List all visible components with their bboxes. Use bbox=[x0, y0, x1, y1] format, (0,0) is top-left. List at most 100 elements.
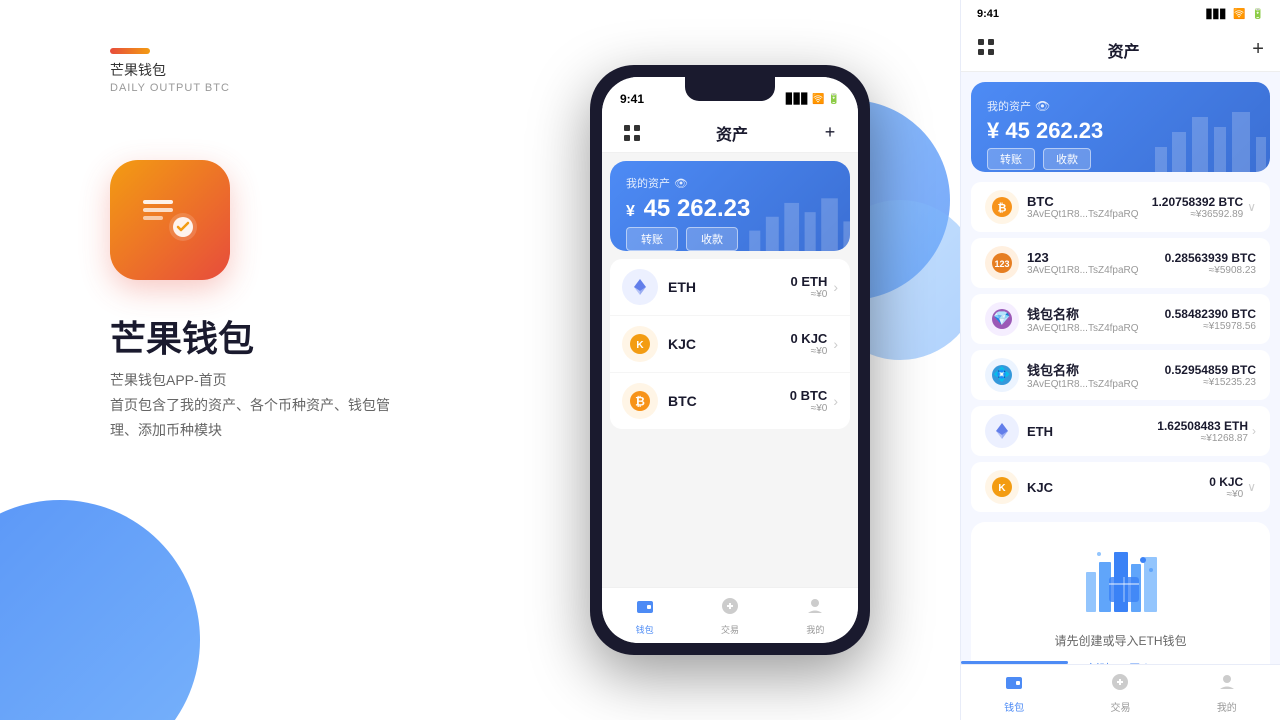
rp-add-button[interactable]: + bbox=[1252, 38, 1264, 61]
wifi-icon: 🛜 bbox=[812, 94, 824, 105]
accent-bar bbox=[110, 48, 150, 54]
rp-btc-chevron-icon: ∨ bbox=[1247, 200, 1256, 214]
rp-wifi-icon: 🛜 bbox=[1233, 9, 1245, 20]
phone-transfer-button[interactable]: 转账 bbox=[626, 227, 678, 251]
rp-eye-icon[interactable]: 👁 bbox=[1035, 99, 1050, 113]
kjc-balance: 0 KJC ≈¥0 bbox=[790, 331, 827, 357]
empty-box-svg bbox=[1081, 542, 1161, 612]
rp-coin-wallet1[interactable]: 💎 钱包名称 3AvEQt1R8...TsZ4fpaRQ 0.58482390 … bbox=[971, 294, 1270, 344]
rp-mine-label: 我的 bbox=[1217, 699, 1237, 714]
mine-nav-icon bbox=[805, 596, 825, 621]
mine-nav-label: 我的 bbox=[806, 623, 824, 636]
btc-balance: 0 BTC ≈¥0 bbox=[790, 388, 828, 414]
app-icon-container bbox=[110, 160, 230, 280]
trade-nav-icon bbox=[720, 596, 740, 621]
rp-battery-icon: 🔋 bbox=[1252, 9, 1264, 20]
rp-bottom-nav: 钱包 交易 我的 bbox=[961, 664, 1280, 720]
svg-text:💠: 💠 bbox=[993, 366, 1010, 383]
rp-mine-icon bbox=[1217, 672, 1237, 697]
phone-grid-button[interactable] bbox=[618, 119, 646, 147]
asset-card-bg-svg bbox=[740, 181, 850, 251]
app-title: 芒果钱包 bbox=[110, 310, 254, 362]
svg-text:123: 123 bbox=[994, 259, 1009, 269]
rp-nav-trade[interactable]: 交易 bbox=[1067, 665, 1173, 720]
app-description: 芒果钱包APP-首页 首页包含了我的资产、各个币种资产、钱包管 理、添加币种模块 bbox=[110, 368, 390, 444]
phone-nav-title: 资产 bbox=[716, 121, 748, 145]
app-icon bbox=[110, 160, 230, 280]
rp-status-time: 9:41 bbox=[977, 8, 1200, 20]
rp-123-balance: 0.28563939 BTC ≈¥5908.23 bbox=[1165, 251, 1256, 276]
eth-name: ETH bbox=[668, 279, 790, 295]
phone-frame: 9:41 ▊▊▊ 🛜 🔋 资产 + bbox=[590, 65, 870, 655]
rp-wallet-icon bbox=[1004, 672, 1024, 697]
rp-asset-card: 我的资产 👁 ¥ 45 262.23 转账 收款 bbox=[971, 82, 1270, 172]
brand-text: 芒果钱包 DAILY OUTPUT BTC bbox=[110, 60, 230, 94]
kjc-name: KJC bbox=[668, 336, 790, 352]
rp-123-logo: 123 bbox=[985, 246, 1019, 280]
battery-icon: 🔋 bbox=[828, 94, 840, 105]
phone-receive-button[interactable]: 收款 bbox=[686, 227, 738, 251]
rp-transfer-button[interactable]: 转账 bbox=[987, 148, 1035, 170]
rp-coin-wallet2[interactable]: 💠 钱包名称 3AvEQt1R8...TsZ4fpaRQ 0.52954859 … bbox=[971, 350, 1270, 400]
brand-name-small: 芒果钱包 bbox=[110, 60, 230, 80]
rp-grid-button[interactable] bbox=[977, 38, 995, 61]
phone-area: 9:41 ▊▊▊ 🛜 🔋 资产 + bbox=[540, 0, 920, 720]
phone-coin-btc[interactable]: ₿ BTC 0 BTC ≈¥0 › bbox=[610, 373, 850, 429]
phone-nav-wallet[interactable]: 钱包 bbox=[602, 588, 687, 643]
phone-coin-kjc[interactable]: K KJC 0 KJC ≈¥0 › bbox=[610, 316, 850, 373]
rp-eth-chevron-icon: › bbox=[1252, 424, 1256, 438]
rp-kjc-info: KJC bbox=[1027, 480, 1209, 495]
rp-coin-123[interactable]: 123 123 3AvEQt1R8...TsZ4fpaRQ 0.28563939… bbox=[971, 238, 1270, 288]
eth-balance: 0 ETH ≈¥0 bbox=[790, 274, 827, 300]
phone-screen: 9:41 ▊▊▊ 🛜 🔋 资产 + bbox=[602, 77, 858, 643]
phone-add-button[interactable]: + bbox=[818, 121, 842, 145]
svg-text:💎: 💎 bbox=[993, 310, 1010, 326]
rp-kjc-logo: K bbox=[985, 470, 1019, 504]
app-icon-svg bbox=[135, 185, 205, 255]
rp-wallet2-balance: 0.52954859 BTC ≈¥15235.23 bbox=[1165, 363, 1256, 388]
btc-logo: ₿ bbox=[622, 383, 658, 419]
eye-icon[interactable]: 👁 bbox=[674, 177, 688, 190]
phone-notch bbox=[685, 77, 775, 101]
svg-text:K: K bbox=[998, 483, 1006, 494]
kjc-logo: K bbox=[622, 326, 658, 362]
rp-nav-mine[interactable]: 我的 bbox=[1174, 665, 1280, 720]
rp-asset-bg-svg bbox=[1150, 102, 1270, 172]
rp-receive-button[interactable]: 收款 bbox=[1043, 148, 1091, 170]
rp-eth-balance: 1.62508483 ETH ≈¥1268.87 bbox=[1157, 419, 1248, 444]
left-panel: 芒果钱包 DAILY OUTPUT BTC 芒果钱包 芒果钱包APP-首页 首页… bbox=[0, 0, 540, 720]
deco-circle-left bbox=[0, 500, 200, 720]
rp-eth-info: ETH bbox=[1027, 424, 1157, 439]
rp-wallet1-info: 钱包名称 3AvEQt1R8...TsZ4fpaRQ bbox=[1027, 304, 1165, 334]
rp-btc-logo: ₿ bbox=[985, 190, 1019, 224]
svg-text:₿: ₿ bbox=[998, 203, 1007, 215]
rp-signal-icon: ▊▊▊ bbox=[1206, 9, 1227, 20]
rp-coin-kjc[interactable]: K KJC 0 KJC ≈¥0 ∨ bbox=[971, 462, 1270, 512]
btc-arrow-icon: › bbox=[833, 393, 838, 409]
rp-coin-eth[interactable]: ETH 1.62508483 ETH ≈¥1268.87 › bbox=[971, 406, 1270, 456]
phone-asset-card: 我的资产 👁 ¥ 45 262.23 转账 收款 bbox=[610, 161, 850, 251]
rp-wallet-label: 钱包 bbox=[1004, 699, 1024, 714]
phone-bottom-nav: 钱包 交易 我的 bbox=[602, 587, 858, 643]
rp-trade-label: 交易 bbox=[1110, 699, 1130, 714]
rp-status-bar: 9:41 ▊▊▊ 🛜 🔋 bbox=[961, 0, 1280, 28]
right-panel: 9:41 ▊▊▊ 🛜 🔋 资产 + 我的资产 👁 bbox=[960, 0, 1280, 720]
rp-123-info: 123 3AvEQt1R8...TsZ4fpaRQ bbox=[1027, 250, 1165, 276]
rp-eth-logo bbox=[985, 414, 1019, 448]
brand-subtitle: DAILY OUTPUT BTC bbox=[110, 82, 230, 94]
wallet-nav-label: 钱包 bbox=[636, 623, 654, 636]
phone-nav-mine[interactable]: 我的 bbox=[773, 588, 858, 643]
phone-coin-eth[interactable]: ETH 0 ETH ≈¥0 › bbox=[610, 259, 850, 316]
rp-btc-balance: 1.20758392 BTC ≈¥36592.89 bbox=[1152, 195, 1243, 220]
eth-arrow-icon: › bbox=[833, 279, 838, 295]
svg-text:₿: ₿ bbox=[635, 395, 645, 409]
phone-nav-trade[interactable]: 交易 bbox=[687, 588, 772, 643]
eth-logo bbox=[622, 269, 658, 305]
wallet-nav-icon bbox=[635, 596, 655, 621]
phone-status-icons: ▊▊▊ 🛜 🔋 bbox=[786, 94, 840, 105]
rp-nav-wallet[interactable]: 钱包 bbox=[961, 665, 1067, 720]
rp-kjc-balance: 0 KJC ≈¥0 bbox=[1209, 475, 1243, 500]
phone-coin-list: ETH 0 ETH ≈¥0 › K KJC 0 KJC ≈¥0 bbox=[610, 259, 850, 429]
rp-coin-btc[interactable]: ₿ BTC 3AvEQt1R8...TsZ4fpaRQ 1.20758392 B… bbox=[971, 182, 1270, 232]
kjc-arrow-icon: › bbox=[833, 336, 838, 352]
